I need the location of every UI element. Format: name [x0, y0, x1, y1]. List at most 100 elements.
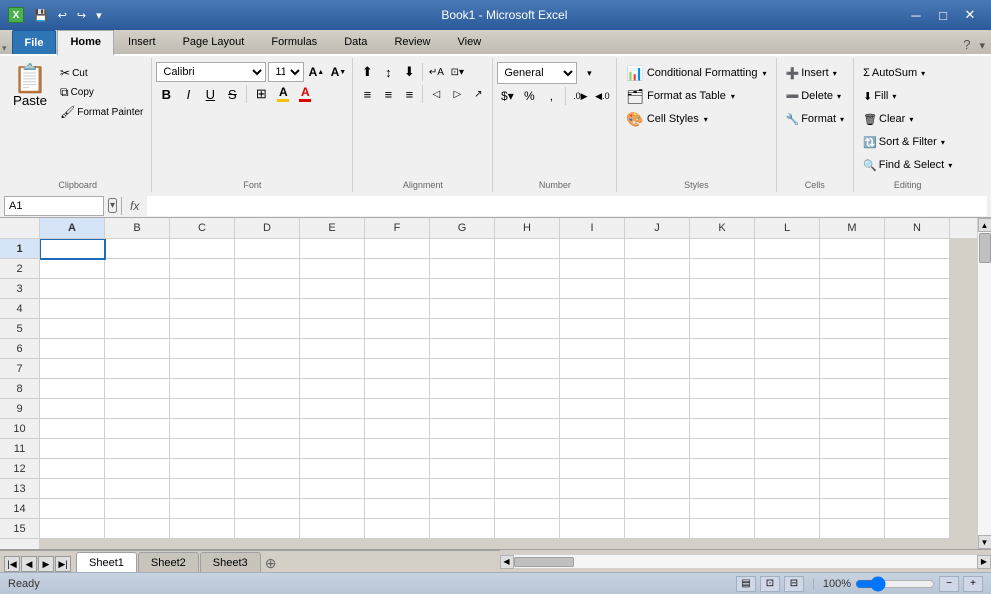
cell-M2[interactable]	[820, 259, 885, 279]
tab-page-layout[interactable]: Page Layout	[170, 30, 258, 54]
clear-button[interactable]: 🗑 Clear ▾	[858, 108, 957, 130]
formula-input[interactable]	[147, 196, 987, 216]
col-header-I[interactable]: I	[560, 218, 625, 238]
row-header-15[interactable]: 15	[0, 519, 39, 539]
currency-button[interactable]: $▾	[497, 86, 517, 106]
format-as-table-button[interactable]: 🗂 Format as Table ▾	[621, 85, 771, 107]
scroll-right-button[interactable]: ▶	[977, 555, 991, 569]
scroll-up-button[interactable]: ▲	[978, 218, 991, 232]
sheet-prev-btn[interactable]: ◀	[21, 556, 37, 572]
row-header-3[interactable]: 3	[0, 279, 39, 299]
tab-file[interactable]: File	[12, 30, 57, 54]
insert-button[interactable]: ➕ Insert ▾	[781, 62, 850, 84]
row-header-8[interactable]: 8	[0, 379, 39, 399]
tab-formulas[interactable]: Formulas	[258, 30, 330, 54]
sort-filter-button[interactable]: 🔃 Sort & Filter ▾	[858, 131, 957, 153]
underline-button[interactable]: U	[200, 84, 220, 104]
font-color-button[interactable]: A	[295, 84, 315, 104]
sheet-tab-sheet2[interactable]: Sheet2	[138, 552, 199, 572]
row-header-2[interactable]: 2	[0, 259, 39, 279]
align-left-button[interactable]: ≡	[357, 84, 377, 104]
merge-center-button[interactable]: ⊡▾	[447, 62, 467, 82]
tab-review[interactable]: Review	[381, 30, 443, 54]
align-right-button[interactable]: ≡	[399, 84, 419, 104]
format-button[interactable]: 🔧 Format ▾	[781, 108, 850, 130]
conditional-formatting-button[interactable]: 📊 Conditional Formatting ▾	[621, 62, 771, 84]
row-header-13[interactable]: 13	[0, 479, 39, 499]
cell-D1[interactable]	[235, 239, 300, 259]
sheet-last-btn[interactable]: ▶|	[55, 556, 71, 572]
cell-J2[interactable]	[625, 259, 690, 279]
qat-save[interactable]: 💾	[30, 7, 52, 24]
cell-M1[interactable]	[820, 239, 885, 259]
decrease-decimal-button[interactable]: ◀.0	[592, 86, 612, 106]
qat-undo[interactable]: ↩	[54, 7, 71, 24]
sheet-tab-sheet1[interactable]: Sheet1	[76, 552, 137, 572]
row-header-4[interactable]: 4	[0, 299, 39, 319]
page-break-view-button[interactable]: ⊟	[784, 576, 804, 592]
zoom-slider[interactable]	[855, 578, 935, 590]
col-header-G[interactable]: G	[430, 218, 495, 238]
sheet-first-btn[interactable]: |◀	[4, 556, 20, 572]
col-header-E[interactable]: E	[300, 218, 365, 238]
align-top-button[interactable]: ⬆	[357, 62, 377, 82]
tab-home[interactable]: Home	[57, 30, 114, 56]
scroll-track-vertical[interactable]	[978, 232, 991, 535]
increase-font-button[interactable]: A▲	[306, 62, 326, 82]
col-header-L[interactable]: L	[755, 218, 820, 238]
zoom-in-button[interactable]: +	[963, 576, 983, 592]
zoom-out-button[interactable]: −	[939, 576, 959, 592]
cell-K2[interactable]	[690, 259, 755, 279]
row-header-10[interactable]: 10	[0, 419, 39, 439]
row-header-1[interactable]: 1	[0, 239, 39, 259]
row-header-14[interactable]: 14	[0, 499, 39, 519]
cut-button[interactable]: ✂ Cut	[56, 64, 147, 82]
col-header-J[interactable]: J	[625, 218, 690, 238]
col-header-N[interactable]: N	[885, 218, 950, 238]
qat-dropdown[interactable]: ▾	[92, 7, 106, 24]
number-format-expand[interactable]: ▾	[579, 63, 599, 83]
cell-G2[interactable]	[430, 259, 495, 279]
italic-button[interactable]: I	[178, 84, 198, 104]
autosum-button[interactable]: Σ AutoSum ▾	[858, 62, 957, 84]
ribbon-minimize-btn[interactable]: ▾	[975, 37, 989, 54]
paste-button[interactable]: 📋 Paste	[8, 62, 52, 111]
cell-I2[interactable]	[560, 259, 625, 279]
tab-view[interactable]: View	[445, 30, 495, 54]
formula-expand-btn[interactable]: ▾	[108, 198, 117, 213]
align-middle-button[interactable]: ↕	[378, 62, 398, 82]
tab-data[interactable]: Data	[331, 30, 380, 54]
col-header-K[interactable]: K	[690, 218, 755, 238]
cell-styles-button[interactable]: 🎨 Cell Styles ▾	[621, 108, 771, 130]
cell-K1[interactable]	[690, 239, 755, 259]
scroll-thumb-vertical[interactable]	[979, 233, 991, 263]
bold-button[interactable]: B	[156, 84, 176, 104]
cell-A2[interactable]	[40, 259, 105, 279]
cell-C1[interactable]	[170, 239, 235, 259]
cell-D2[interactable]	[235, 259, 300, 279]
scroll-down-button[interactable]: ▼	[978, 535, 991, 549]
cell-B1[interactable]	[105, 239, 170, 259]
align-center-button[interactable]: ≡	[378, 84, 398, 104]
cell-H1[interactable]	[495, 239, 560, 259]
help-btn[interactable]: ?	[959, 35, 974, 54]
format-painter-button[interactable]: 🖌 Format Painter	[56, 103, 147, 121]
strikethrough-button[interactable]: S	[222, 84, 242, 104]
page-layout-view-button[interactable]: ⊡	[760, 576, 780, 592]
tab-insert[interactable]: Insert	[115, 30, 169, 54]
qat-redo[interactable]: ↪	[73, 7, 90, 24]
cell-L2[interactable]	[755, 259, 820, 279]
font-size-select[interactable]: 11	[268, 62, 304, 82]
normal-view-button[interactable]: ▤	[736, 576, 756, 592]
sheet-tab-sheet3[interactable]: Sheet3	[200, 552, 261, 572]
col-header-M[interactable]: M	[820, 218, 885, 238]
cell-J1[interactable]	[625, 239, 690, 259]
delete-button[interactable]: ➖ Delete ▾	[781, 85, 850, 107]
cell-G1[interactable]	[430, 239, 495, 259]
row-header-7[interactable]: 7	[0, 359, 39, 379]
cell-L1[interactable]	[755, 239, 820, 259]
find-select-button[interactable]: 🔍 Find & Select ▾	[858, 154, 957, 176]
percent-button[interactable]: %	[519, 86, 539, 106]
fill-button[interactable]: ⬇ Fill ▾	[858, 85, 957, 107]
wrap-text-button[interactable]: ↵A	[426, 62, 446, 82]
